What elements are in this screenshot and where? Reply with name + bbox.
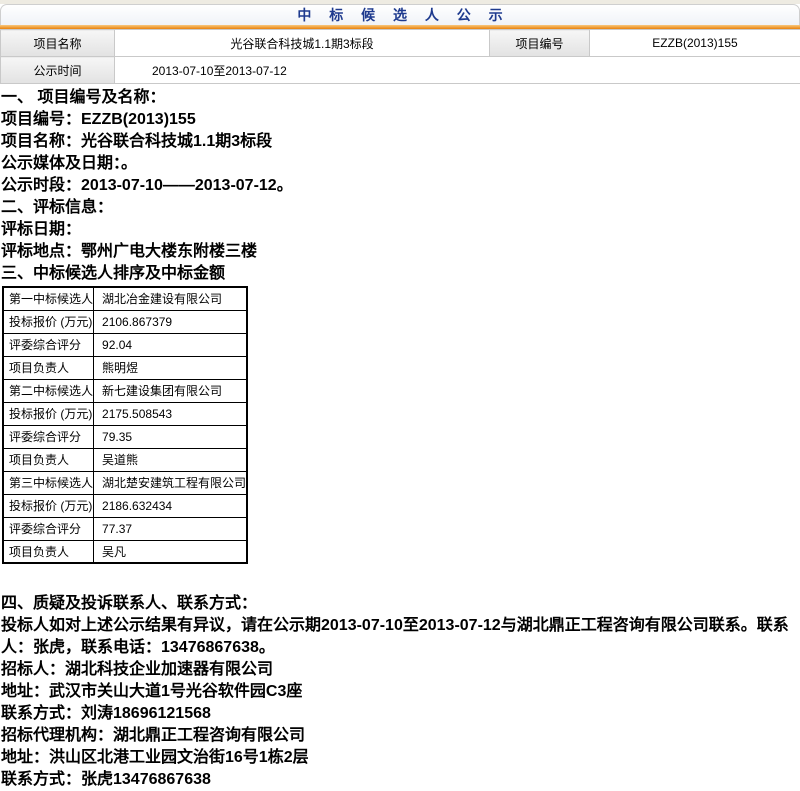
row-value: 湖北冶金建设有限公司 (94, 287, 248, 310)
contact-section: 四、质疑及投诉联系人、联系方式： 投标人如对上述公示结果有异议，请在公示期201… (0, 593, 800, 791)
project-no-value: EZZB(2013)155 (590, 30, 800, 57)
project-name-value: 光谷联合科技城1.1期3标段 (115, 30, 490, 57)
row-label: 投标报价 (万元) (3, 494, 94, 517)
table-row: 项目负责人 吴凡 (3, 540, 247, 563)
row-value: 熊明煜 (94, 356, 248, 379)
row-label: 投标报价 (万元) (3, 310, 94, 333)
table-row: 投标报价 (万元) 2186.632434 (3, 494, 247, 517)
project-no-line: 项目编号：EZZB(2013)155 (1, 109, 800, 131)
publicity-period-line: 公示时段：2013-07-10——2013-07-12。 (1, 175, 800, 197)
table-row: 评委综合评分 92.04 (3, 333, 247, 356)
section-2-title: 二、评标信息： (1, 197, 800, 219)
row-label: 评委综合评分 (3, 517, 94, 540)
table-row: 第一中标候选人 湖北冶金建设有限公司 (3, 287, 247, 310)
row-label: 投标报价 (万元) (3, 402, 94, 425)
tenderee-contact-line: 联系方式：刘涛18696121568 (1, 703, 800, 725)
row-label: 项目负责人 (3, 540, 94, 563)
agency-line: 招标代理机构：湖北鼎正工程咨询有限公司 (1, 725, 800, 747)
section-3-title: 三、中标候选人排序及中标金额 (1, 263, 800, 285)
row-label: 第二中标候选人 (3, 379, 94, 402)
table-row: 项目负责人 吴道熊 (3, 448, 247, 471)
agency-contact-line: 联系方式：张虎13476867638 (1, 769, 800, 791)
row-value: 2186.632434 (94, 494, 248, 517)
table-row: 第二中标候选人 新七建设集团有限公司 (3, 379, 247, 402)
section-1-title: 一、 项目编号及名称： (1, 87, 800, 109)
page-title: 中 标 候 选 人 公 示 (290, 5, 509, 25)
row-label: 项目负责人 (3, 356, 94, 379)
project-name-label: 项目名称 (1, 30, 115, 57)
table-row: 投标报价 (万元) 2106.867379 (3, 310, 247, 333)
table-row: 评委综合评分 79.35 (3, 425, 247, 448)
info-row-1: 项目名称 光谷联合科技城1.1期3标段 项目编号 EZZB(2013)155 (1, 30, 800, 57)
evaluation-date-line: 评标日期： (1, 219, 800, 241)
section-4-title: 四、质疑及投诉联系人、联系方式： (1, 593, 800, 615)
project-info-table: 项目名称 光谷联合科技城1.1期3标段 项目编号 EZZB(2013)155 公… (0, 29, 800, 84)
project-no-label: 项目编号 (490, 30, 590, 57)
row-value: 77.37 (94, 517, 248, 540)
publicity-time-label: 公示时间 (1, 57, 115, 84)
row-value: 新七建设集团有限公司 (94, 379, 248, 402)
table-row: 投标报价 (万元) 2175.508543 (3, 402, 247, 425)
info-row-2: 公示时间 2013-07-10至2013-07-12 (1, 57, 800, 84)
publicity-media-line: 公示媒体及日期：。 (1, 153, 800, 175)
table-row: 评委综合评分 77.37 (3, 517, 247, 540)
publicity-time-value: 2013-07-10至2013-07-12 (115, 57, 800, 84)
agency-address-line: 地址：洪山区北港工业园文治街16号1栋2层 (1, 747, 800, 769)
project-name-line: 项目名称：光谷联合科技城1.1期3标段 (1, 131, 800, 153)
evaluation-place-line: 评标地点：鄂州广电大楼东附楼三楼 (1, 241, 800, 263)
row-value: 2175.508543 (94, 402, 248, 425)
row-value: 2106.867379 (94, 310, 248, 333)
row-value: 92.04 (94, 333, 248, 356)
title-bar: 中 标 候 选 人 公 示 (0, 4, 800, 25)
tenderee-address-line: 地址：武汉市关山大道1号光谷软件园C3座 (1, 681, 800, 703)
row-label: 第三中标候选人 (3, 471, 94, 494)
row-label: 项目负责人 (3, 448, 94, 471)
objection-paragraph: 投标人如对上述公示结果有异议，请在公示期2013-07-10至2013-07-1… (1, 615, 800, 659)
row-value: 湖北楚安建筑工程有限公司 (94, 471, 248, 494)
table-row: 第三中标候选人 湖北楚安建筑工程有限公司 (3, 471, 247, 494)
row-value: 吴凡 (94, 540, 248, 563)
tenderee-line: 招标人：湖北科技企业加速器有限公司 (1, 659, 800, 681)
row-value: 79.35 (94, 425, 248, 448)
row-label: 评委综合评分 (3, 333, 94, 356)
candidates-table: 第一中标候选人 湖北冶金建设有限公司 投标报价 (万元) 2106.867379… (2, 286, 248, 564)
row-label: 第一中标候选人 (3, 287, 94, 310)
row-value: 吴道熊 (94, 448, 248, 471)
table-row: 项目负责人 熊明煜 (3, 356, 247, 379)
notice-body: 一、 项目编号及名称： 项目编号：EZZB(2013)155 项目名称：光谷联合… (0, 87, 800, 285)
row-label: 评委综合评分 (3, 425, 94, 448)
